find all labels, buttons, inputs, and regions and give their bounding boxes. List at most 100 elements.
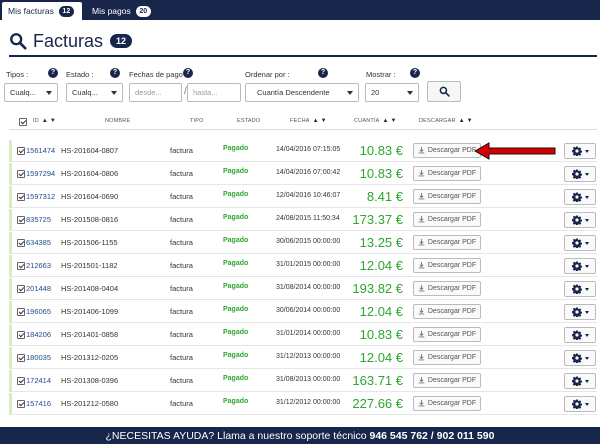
col-label: CUANTÍA xyxy=(354,118,380,124)
row-actions-button[interactable] xyxy=(564,258,596,274)
row-checkbox[interactable] xyxy=(17,262,25,270)
invoice-type: factura xyxy=(170,307,193,316)
col-cuantia[interactable]: CUANTÍA ▲ ▼ xyxy=(354,118,397,124)
row-checkbox[interactable] xyxy=(17,239,25,247)
search-button[interactable] xyxy=(427,81,461,102)
row-checkbox[interactable] xyxy=(17,216,25,224)
chevron-down-icon xyxy=(584,310,589,314)
row-checkbox[interactable] xyxy=(17,285,25,293)
help-icon[interactable]: ? xyxy=(318,68,328,78)
invoice-amount: 12.04 € xyxy=(359,258,403,273)
col-id[interactable]: ID ▲ ▼ xyxy=(33,118,56,124)
col-estado: ESTADO xyxy=(237,118,261,124)
tab-mis-pagos[interactable]: Mis pagos 20 xyxy=(86,2,157,20)
download-icon xyxy=(418,354,425,361)
invoice-type: factura xyxy=(170,238,193,247)
invoice-id-link[interactable]: 1597312 xyxy=(26,192,55,201)
row-checkbox[interactable] xyxy=(17,331,25,339)
download-pdf-button[interactable]: Descargar PDF xyxy=(413,373,481,388)
row-status-bar xyxy=(9,232,12,254)
download-label: Descargar PDF xyxy=(427,216,477,223)
ordenar-select[interactable]: Cuantía Descendente xyxy=(245,83,359,102)
invoice-count-badge: 12 xyxy=(110,34,133,48)
download-pdf-button[interactable]: Descargar PDF xyxy=(413,258,481,273)
invoice-date: 31/08/2013 00:00:00 xyxy=(276,376,341,383)
row-checkbox[interactable] xyxy=(17,170,25,178)
row-actions-button[interactable] xyxy=(564,304,596,320)
row-actions-button[interactable] xyxy=(564,281,596,297)
row-actions-button[interactable] xyxy=(564,327,596,343)
download-label: Descargar PDF xyxy=(427,354,477,361)
gear-icon xyxy=(571,169,582,179)
download-pdf-button[interactable]: Descargar PDF xyxy=(413,304,481,319)
row-checkbox[interactable] xyxy=(17,400,25,408)
download-pdf-button[interactable]: Descargar PDF xyxy=(413,235,481,250)
row-actions-button[interactable] xyxy=(564,350,596,366)
invoice-id-link[interactable]: 1561474 xyxy=(26,146,55,155)
download-pdf-button[interactable]: Descargar PDF xyxy=(413,166,481,181)
download-pdf-button[interactable]: Descargar PDF xyxy=(413,143,481,158)
fecha-hasta-input[interactable]: hasta... xyxy=(187,83,241,102)
invoice-amount: 173.37 € xyxy=(352,212,403,227)
row-actions-button[interactable] xyxy=(564,396,596,412)
row-actions-button[interactable] xyxy=(564,373,596,389)
download-label: Descargar PDF xyxy=(427,331,477,338)
invoice-name: HS-201308-0396 xyxy=(61,376,119,385)
help-icon[interactable]: ? xyxy=(183,68,193,78)
chevron-down-icon xyxy=(584,149,589,153)
row-checkbox[interactable] xyxy=(17,193,25,201)
col-fecha[interactable]: FECHA ▲ ▼ xyxy=(290,118,327,124)
invoice-id-link[interactable]: 634385 xyxy=(26,238,51,247)
fecha-desde-input[interactable]: desde... xyxy=(129,83,182,102)
download-label: Descargar PDF xyxy=(427,400,477,407)
footer-text: ¿NECESITAS AYUDA? Llama a nuestro soport… xyxy=(105,430,367,442)
invoice-id-link[interactable]: 196065 xyxy=(26,307,51,316)
invoice-id-link[interactable]: 180035 xyxy=(26,353,51,362)
input-placeholder: desde... xyxy=(135,88,162,97)
row-checkbox[interactable] xyxy=(17,147,25,155)
col-descargar[interactable]: DESCARGAR ▲ ▼ xyxy=(419,118,473,124)
download-pdf-button[interactable]: Descargar PDF xyxy=(413,396,481,411)
row-actions-button[interactable] xyxy=(564,212,596,228)
invoice-id-link[interactable]: 172414 xyxy=(26,376,51,385)
row-status-bar xyxy=(9,301,12,323)
tipos-select[interactable]: Cualq... xyxy=(4,83,58,102)
table-row: 1597312 HS-201604-0690 factura Pagado 12/04/… xyxy=(9,186,597,208)
download-pdf-button[interactable]: Descargar PDF xyxy=(413,281,481,296)
sort-arrows-icon[interactable]: ▲ ▼ xyxy=(459,118,473,124)
row-actions-button[interactable] xyxy=(564,166,596,182)
invoice-id-link[interactable]: 835725 xyxy=(26,215,51,224)
tab-mis-facturas[interactable]: Mis facturas 12 xyxy=(2,2,82,20)
select-all-checkbox[interactable] xyxy=(19,118,27,126)
row-status-bar xyxy=(9,255,12,277)
sort-arrows-icon[interactable]: ▲ ▼ xyxy=(313,118,327,124)
status-badge: Pagado xyxy=(223,352,249,359)
invoice-id-link[interactable]: 184206 xyxy=(26,330,51,339)
help-icon[interactable]: ? xyxy=(410,68,420,78)
row-checkbox[interactable] xyxy=(17,308,25,316)
download-icon xyxy=(418,377,425,384)
invoice-id-link[interactable]: 201448 xyxy=(26,284,51,293)
estado-select[interactable]: Cualq... xyxy=(66,83,123,102)
download-pdf-button[interactable]: Descargar PDF xyxy=(413,327,481,342)
mostrar-select[interactable]: 20 xyxy=(365,83,419,102)
help-icon[interactable]: ? xyxy=(110,68,120,78)
help-icon[interactable]: ? xyxy=(48,68,58,78)
download-pdf-button[interactable]: Descargar PDF xyxy=(413,350,481,365)
invoice-id-link[interactable]: 1597294 xyxy=(26,169,55,178)
row-actions-button[interactable] xyxy=(564,143,596,159)
select-value: 20 xyxy=(371,88,380,97)
gear-icon xyxy=(571,307,582,317)
invoice-id-link[interactable]: 157416 xyxy=(26,399,51,408)
download-pdf-button[interactable]: Descargar PDF xyxy=(413,189,481,204)
row-checkbox[interactable] xyxy=(17,354,25,362)
invoice-id-link[interactable]: 212663 xyxy=(26,261,51,270)
invoice-amount: 163.71 € xyxy=(352,373,403,388)
row-checkbox[interactable] xyxy=(17,377,25,385)
download-pdf-button[interactable]: Descargar PDF xyxy=(413,212,481,227)
sort-arrows-icon[interactable]: ▲ ▼ xyxy=(383,118,397,124)
invoice-name: HS-201312-0205 xyxy=(61,353,119,362)
row-actions-button[interactable] xyxy=(564,235,596,251)
row-actions-button[interactable] xyxy=(564,189,596,205)
sort-arrows-icon[interactable]: ▲ ▼ xyxy=(42,118,56,124)
